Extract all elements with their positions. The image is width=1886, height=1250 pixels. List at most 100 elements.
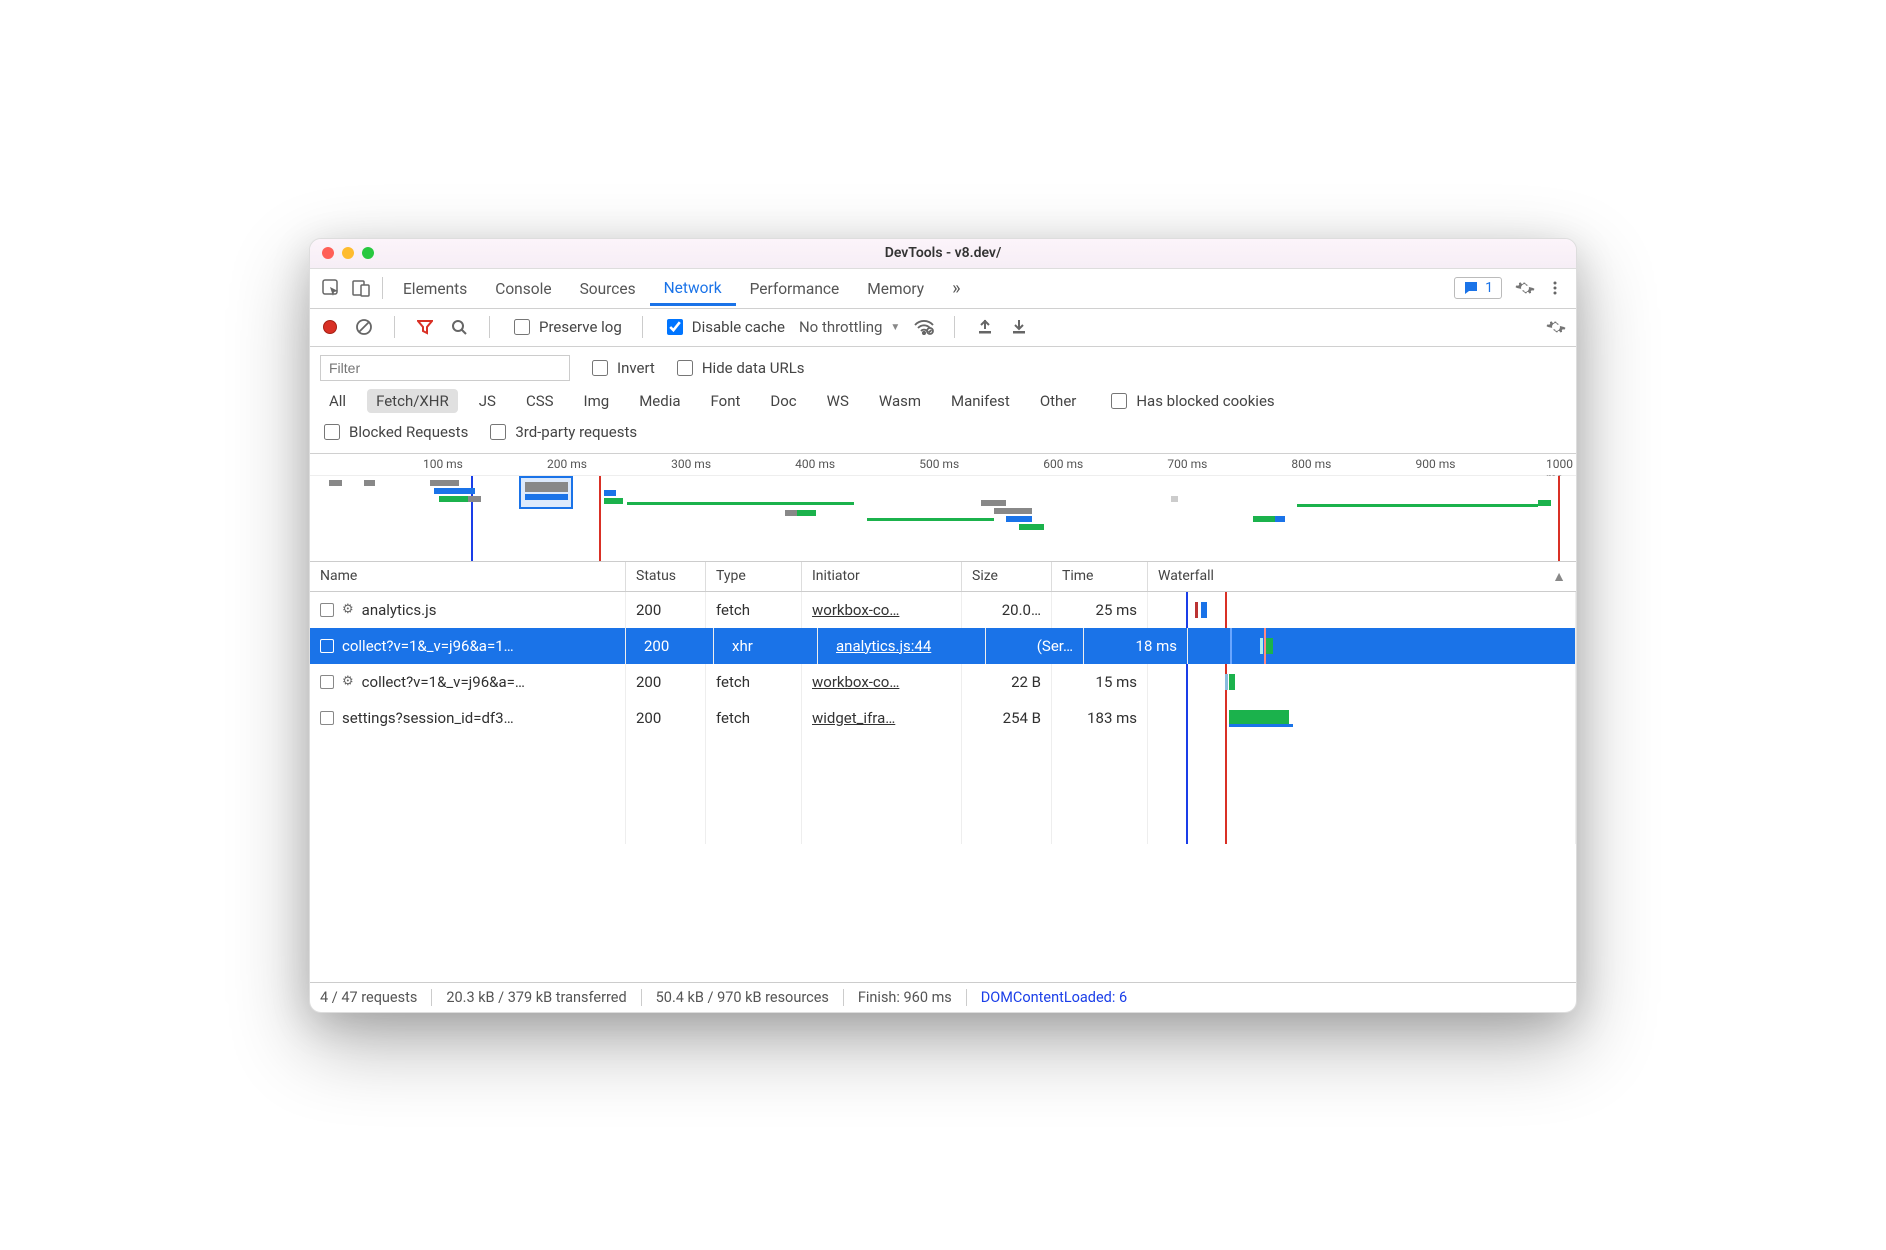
filter-type-all[interactable]: All bbox=[320, 389, 355, 413]
load-line bbox=[599, 476, 601, 561]
invert-label: Invert bbox=[617, 359, 655, 377]
filter-type-font[interactable]: Font bbox=[702, 389, 750, 413]
ov-bar bbox=[867, 518, 994, 521]
filter-icon[interactable] bbox=[415, 317, 435, 337]
disable-cache-label: Disable cache bbox=[692, 318, 785, 336]
has-blocked-cookies-input[interactable] bbox=[1111, 393, 1127, 409]
disable-cache-input[interactable] bbox=[667, 319, 683, 335]
tick: 700 ms bbox=[1167, 457, 1207, 471]
device-toolbar-icon[interactable] bbox=[346, 273, 376, 303]
timeline-selection[interactable] bbox=[519, 476, 573, 509]
throttling-select[interactable]: No throttling ▼ bbox=[799, 318, 900, 336]
status-requests: 4 / 47 requests bbox=[320, 989, 432, 1006]
filter-type-other[interactable]: Other bbox=[1031, 389, 1086, 413]
third-party-input[interactable] bbox=[490, 424, 506, 440]
filter-type-wasm[interactable]: Wasm bbox=[870, 389, 930, 413]
request-type: fetch bbox=[706, 592, 802, 628]
export-har-icon[interactable] bbox=[1009, 317, 1029, 337]
table-row bbox=[310, 772, 1576, 808]
more-tabs-button[interactable]: » bbox=[938, 270, 974, 306]
table-row[interactable]: ⚙collect?v=1&_v=j96&a=… 200 fetch workbo… bbox=[310, 664, 1576, 700]
has-blocked-cookies-checkbox[interactable]: Has blocked cookies bbox=[1107, 390, 1274, 412]
col-size[interactable]: Size bbox=[962, 562, 1052, 591]
timeline-overview[interactable]: 100 ms 200 ms 300 ms 400 ms 500 ms 600 m… bbox=[310, 454, 1576, 562]
record-button[interactable] bbox=[320, 317, 340, 337]
kebab-menu-icon[interactable] bbox=[1540, 273, 1570, 303]
request-initiator[interactable]: analytics.js:44 bbox=[836, 637, 931, 655]
table-body: ⚙analytics.js 200 fetch workbox-co… 20.0… bbox=[310, 592, 1576, 982]
titlebar: DevTools - v8.dev/ bbox=[310, 239, 1576, 269]
table-row[interactable]: settings?session_id=df3… 200 fetch widge… bbox=[310, 700, 1576, 736]
issues-button[interactable]: 1 bbox=[1454, 277, 1502, 299]
disable-cache-checkbox[interactable]: Disable cache bbox=[663, 316, 785, 338]
timeline-body[interactable] bbox=[310, 476, 1576, 561]
blocked-requests-checkbox[interactable]: Blocked Requests bbox=[320, 421, 468, 443]
ov-bar bbox=[434, 488, 475, 494]
ov-bar bbox=[994, 508, 1032, 514]
filter-type-fetch-xhr[interactable]: Fetch/XHR bbox=[367, 389, 458, 413]
ov-bar bbox=[468, 496, 481, 502]
timeline-ruler: 100 ms 200 ms 300 ms 400 ms 500 ms 600 m… bbox=[310, 454, 1576, 476]
filter-type-img[interactable]: Img bbox=[575, 389, 619, 413]
third-party-label: 3rd-party requests bbox=[515, 423, 637, 441]
ov-bar bbox=[1019, 524, 1044, 530]
ov-bar bbox=[525, 482, 568, 492]
request-size: 254 B bbox=[962, 700, 1052, 736]
table-row bbox=[310, 808, 1576, 844]
request-name: settings?session_id=df3… bbox=[342, 709, 514, 727]
request-size: 22 B bbox=[962, 664, 1052, 700]
col-time[interactable]: Time bbox=[1052, 562, 1148, 591]
request-status: 200 bbox=[626, 664, 706, 700]
waterfall-cell bbox=[1148, 592, 1576, 628]
request-initiator[interactable]: workbox-co… bbox=[812, 601, 899, 619]
filter-input[interactable] bbox=[320, 355, 570, 381]
tab-network[interactable]: Network bbox=[650, 271, 736, 306]
col-initiator[interactable]: Initiator bbox=[802, 562, 962, 591]
request-type: xhr bbox=[722, 628, 818, 664]
window-title: DevTools - v8.dev/ bbox=[310, 245, 1576, 261]
status-bar: 4 / 47 requests 20.3 kB / 379 kB transfe… bbox=[310, 982, 1576, 1012]
divider bbox=[642, 316, 643, 338]
filter-type-js[interactable]: JS bbox=[470, 389, 505, 413]
request-time: 18 ms bbox=[1092, 628, 1188, 664]
request-initiator[interactable]: widget_ifra… bbox=[812, 709, 895, 727]
col-type[interactable]: Type bbox=[706, 562, 802, 591]
col-status[interactable]: Status bbox=[626, 562, 706, 591]
inspect-element-icon[interactable] bbox=[316, 273, 346, 303]
search-icon[interactable] bbox=[449, 317, 469, 337]
tab-elements[interactable]: Elements bbox=[389, 272, 481, 305]
table-row[interactable]: ⚙analytics.js 200 fetch workbox-co… 20.0… bbox=[310, 592, 1576, 628]
tab-performance[interactable]: Performance bbox=[736, 272, 854, 305]
settings-icon[interactable] bbox=[1510, 273, 1540, 303]
network-settings-icon[interactable] bbox=[1546, 317, 1566, 337]
filter-type-ws[interactable]: WS bbox=[818, 389, 858, 413]
tab-memory[interactable]: Memory bbox=[853, 272, 938, 305]
blocked-requests-input[interactable] bbox=[324, 424, 340, 440]
request-time: 183 ms bbox=[1052, 700, 1148, 736]
filter-type-media[interactable]: Media bbox=[630, 389, 689, 413]
hide-data-urls-input[interactable] bbox=[677, 360, 693, 376]
clear-button[interactable] bbox=[354, 317, 374, 337]
status-dcl: DOMContentLoaded: 6 bbox=[967, 989, 1141, 1006]
invert-input[interactable] bbox=[592, 360, 608, 376]
table-row[interactable]: collect?v=1&_v=j96&a=1… 200 xhr analytic… bbox=[310, 628, 1576, 664]
hide-data-urls-checkbox[interactable]: Hide data URLs bbox=[673, 357, 805, 379]
filter-type-manifest[interactable]: Manifest bbox=[942, 389, 1019, 413]
col-waterfall[interactable]: Waterfall ▲ bbox=[1148, 562, 1576, 591]
invert-checkbox[interactable]: Invert bbox=[588, 357, 655, 379]
filter-type-doc[interactable]: Doc bbox=[761, 389, 805, 413]
third-party-checkbox[interactable]: 3rd-party requests bbox=[486, 421, 637, 443]
filter-bar: Invert Hide data URLs All Fetch/XHR JS C… bbox=[310, 347, 1576, 454]
divider bbox=[382, 277, 383, 299]
network-conditions-icon[interactable] bbox=[914, 317, 934, 337]
tick: 300 ms bbox=[671, 457, 711, 471]
preserve-log-checkbox[interactable]: Preserve log bbox=[510, 316, 622, 338]
col-name[interactable]: Name bbox=[310, 562, 626, 591]
import-har-icon[interactable] bbox=[975, 317, 995, 337]
filter-type-css[interactable]: CSS bbox=[517, 389, 563, 413]
tab-sources[interactable]: Sources bbox=[566, 272, 650, 305]
tab-console[interactable]: Console bbox=[481, 272, 565, 305]
request-size: 20.0… bbox=[962, 592, 1052, 628]
request-initiator[interactable]: workbox-co… bbox=[812, 673, 899, 691]
preserve-log-input[interactable] bbox=[514, 319, 530, 335]
